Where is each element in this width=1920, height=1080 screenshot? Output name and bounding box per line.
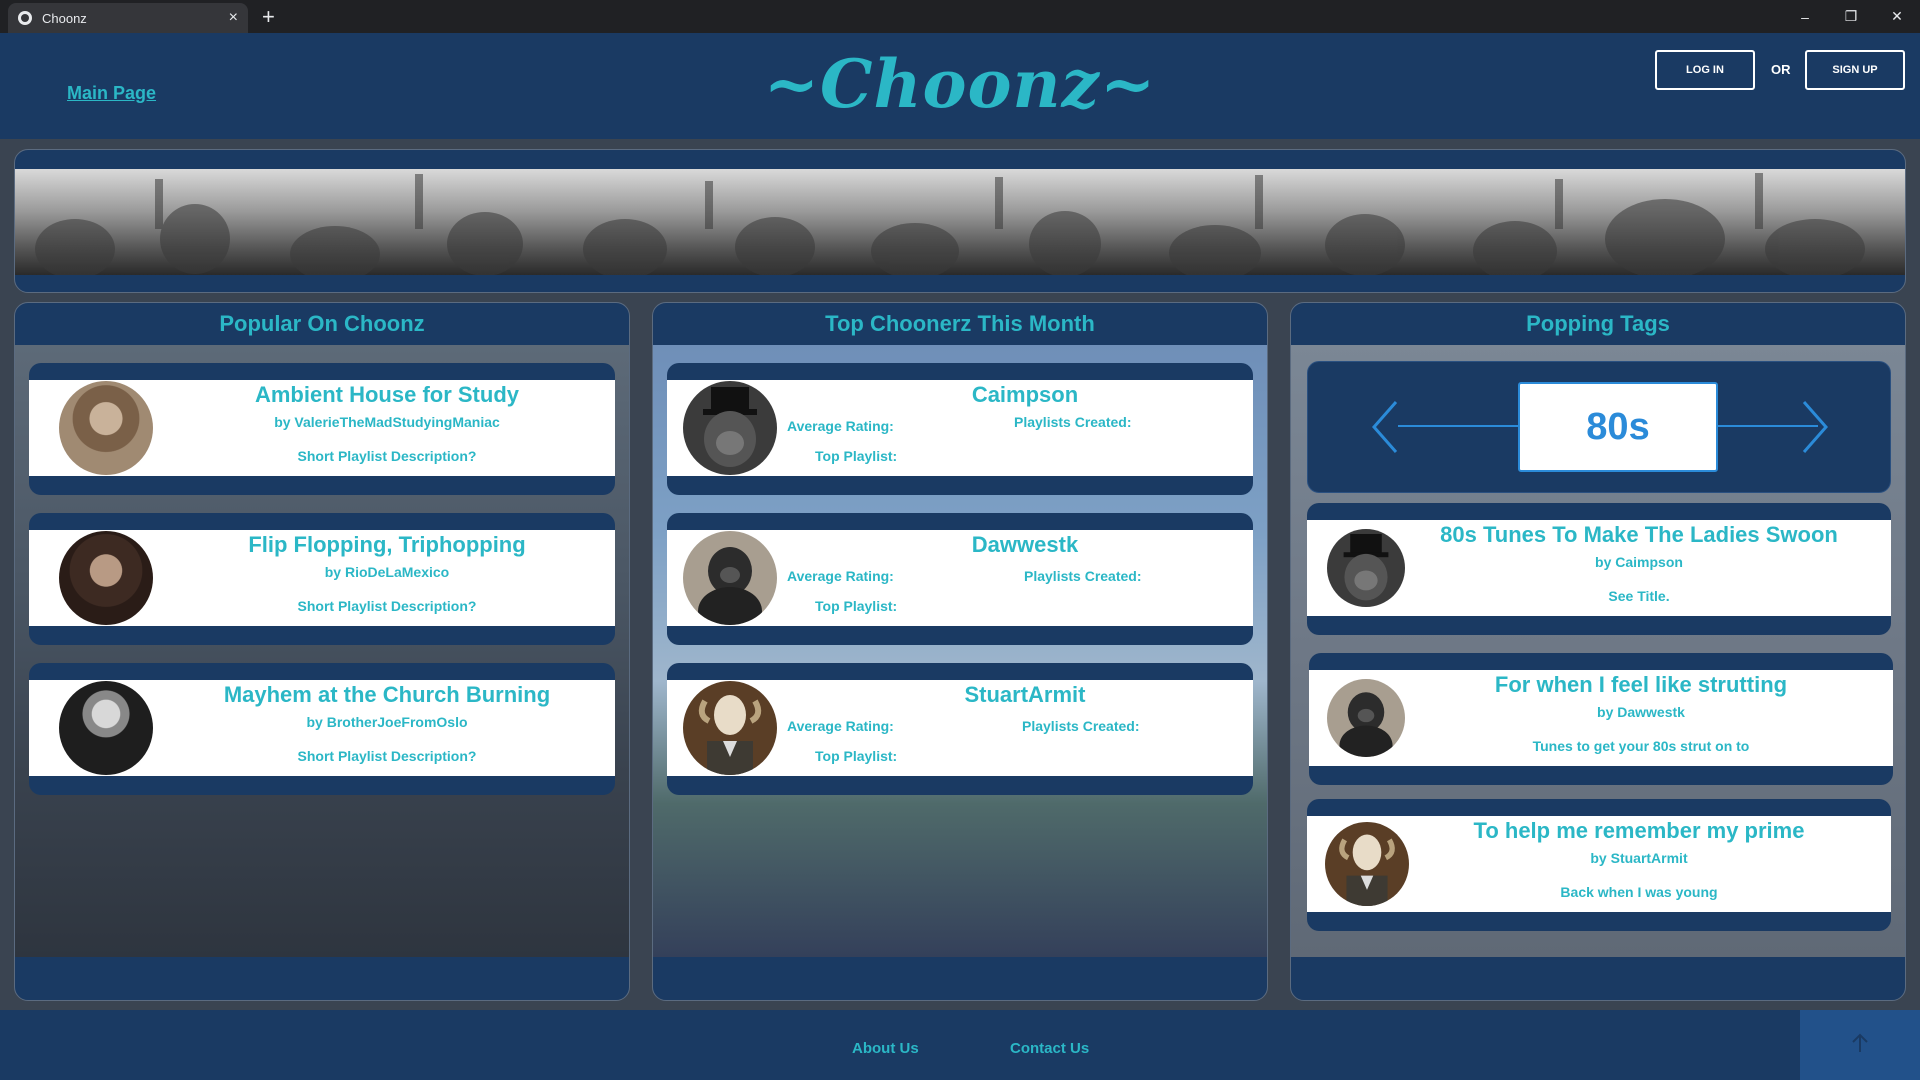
top-users-panel: Top Choonerz This Month Caimpson Average… (652, 302, 1268, 1001)
playlists-created-label: Playlists Created: (1014, 414, 1132, 430)
popular-panel: Popular On Choonz Ambient House for Stud… (14, 302, 630, 1001)
signup-button[interactable]: SIGN UP (1805, 50, 1905, 90)
browser-tab[interactable]: Choonz × (8, 3, 248, 33)
browser-chrome: Choonz × + – ❐ ✕ (0, 0, 1920, 33)
tags-title: Popping Tags (1526, 311, 1670, 336)
site-footer: About Us Contact Us (0, 1010, 1920, 1080)
avatar (683, 531, 777, 625)
user-card[interactable]: Caimpson Average Rating: Playlists Creat… (667, 363, 1253, 495)
avatar (59, 681, 153, 775)
top-users-title: Top Choonerz This Month (825, 311, 1095, 336)
tags-panel: Popping Tags 80s 80s Tunes To Make The L… (1290, 302, 1906, 1001)
playlist-title[interactable]: For when I feel like strutting (1399, 672, 1883, 698)
playlist-description: Tunes to get your 80s strut on to (1532, 738, 1750, 754)
site-header: Main Page ~Choonz~ LOG IN OR SIGN UP (0, 33, 1920, 139)
banner (14, 149, 1906, 293)
avatar (1327, 679, 1405, 757)
playlist-title[interactable]: To help me remember my prime (1397, 818, 1881, 844)
playlist-title[interactable]: Ambient House for Study (169, 382, 605, 408)
average-rating-label: Average Rating: (787, 418, 894, 434)
tab-title: Choonz (42, 10, 87, 26)
playlist-description: Back when I was young (1560, 884, 1718, 900)
site-logo: ~Choonz~ (763, 45, 1157, 123)
playlist-author[interactable]: by Caimpson (1397, 554, 1881, 570)
popular-title: Popular On Choonz (219, 311, 425, 336)
tag-playlist-card[interactable]: To help me remember my prime by StuartAr… (1307, 799, 1891, 931)
tag-playlist-card[interactable]: For when I feel like strutting by Dawwes… (1309, 653, 1893, 785)
playlist-card[interactable]: Ambient House for Study by ValerieTheMad… (29, 363, 615, 495)
close-window-button[interactable]: ✕ (1874, 0, 1920, 33)
user-card[interactable]: Dawwestk Average Rating: Playlists Creat… (667, 513, 1253, 645)
current-tag[interactable]: 80s (1518, 382, 1718, 472)
user-name[interactable]: StuartArmit (807, 682, 1243, 708)
chevron-right-icon[interactable] (1800, 400, 1830, 459)
playlist-card[interactable]: Flip Flopping, Triphopping by RioDeLaMex… (29, 513, 615, 645)
user-name[interactable]: Caimpson (807, 382, 1243, 408)
avatar (59, 531, 153, 625)
playlist-author[interactable]: by Dawwestk (1399, 704, 1883, 720)
playlist-title[interactable]: Mayhem at the Church Burning (169, 682, 605, 708)
playlist-description: Short Playlist Description? (297, 748, 477, 764)
arrow-up-icon (1850, 1032, 1870, 1059)
top-playlist-label: Top Playlist: (815, 598, 898, 614)
average-rating-label: Average Rating: (787, 568, 894, 584)
or-label: OR (1771, 62, 1791, 77)
playlists-created-label: Playlists Created: (1024, 568, 1142, 584)
playlist-description: See Title. (1608, 588, 1670, 604)
avatar (59, 381, 153, 475)
top-playlist-label: Top Playlist: (815, 748, 898, 764)
playlist-title[interactable]: 80s Tunes To Make The Ladies Swoon (1397, 522, 1881, 548)
restore-button[interactable]: ❐ (1828, 0, 1874, 33)
about-us-link[interactable]: About Us (852, 1040, 919, 1057)
globe-icon (18, 11, 32, 25)
new-tab-button[interactable]: + (262, 4, 275, 30)
playlist-description: Short Playlist Description? (297, 448, 477, 464)
playlist-author[interactable]: by ValerieTheMadStudyingManiac (169, 414, 605, 430)
avatar (683, 681, 777, 775)
minimize-button[interactable]: – (1782, 0, 1828, 33)
crowd-banner-image (15, 169, 1905, 275)
avatar (683, 381, 777, 475)
scroll-to-top-button[interactable] (1800, 1010, 1920, 1080)
top-playlist-label: Top Playlist: (815, 448, 898, 464)
tag-carousel: 80s (1307, 361, 1891, 493)
playlist-author[interactable]: by RioDeLaMexico (169, 564, 605, 580)
avatar (1327, 529, 1405, 607)
playlist-author[interactable]: by StuartArmit (1397, 850, 1881, 866)
playlist-card[interactable]: Mayhem at the Church Burning by BrotherJ… (29, 663, 615, 795)
playlists-created-label: Playlists Created: (1022, 718, 1140, 734)
user-card[interactable]: StuartArmit Average Rating: Playlists Cr… (667, 663, 1253, 795)
arrow-line-left (1398, 425, 1518, 427)
contact-us-link[interactable]: Contact Us (1010, 1040, 1089, 1057)
playlist-author[interactable]: by BrotherJoeFromOslo (169, 714, 605, 730)
user-name[interactable]: Dawwestk (807, 532, 1243, 558)
playlist-title[interactable]: Flip Flopping, Triphopping (169, 532, 605, 558)
close-tab-icon[interactable]: × (229, 9, 238, 27)
playlist-description: Short Playlist Description? (297, 598, 477, 614)
tag-playlist-card[interactable]: 80s Tunes To Make The Ladies Swoon by Ca… (1307, 503, 1891, 635)
average-rating-label: Average Rating: (787, 718, 894, 734)
chevron-left-icon[interactable] (1370, 400, 1400, 459)
login-button[interactable]: LOG IN (1655, 50, 1755, 90)
